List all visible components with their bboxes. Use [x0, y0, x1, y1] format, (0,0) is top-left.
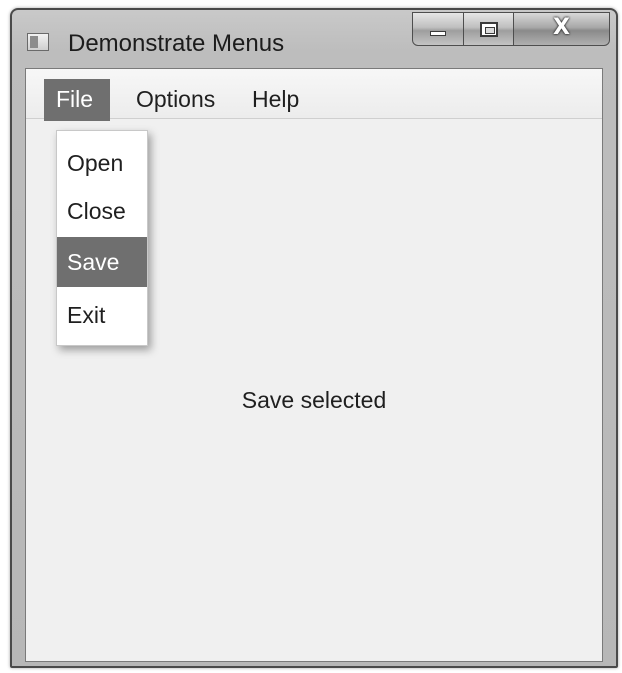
window-title: Demonstrate Menus	[68, 30, 285, 57]
minimize-button[interactable]	[412, 12, 464, 46]
menu-item-close[interactable]: Close	[57, 187, 147, 235]
maximize-icon	[480, 22, 498, 37]
menu-item-open[interactable]: Open	[57, 139, 147, 187]
menu-item-save[interactable]: Save	[57, 237, 147, 287]
close-icon: X	[553, 15, 570, 40]
close-button[interactable]: X	[514, 12, 610, 46]
menu-help[interactable]: Help	[240, 79, 311, 121]
app-window-icon[interactable]	[27, 33, 49, 51]
title-bar[interactable]: Demonstrate Menus X	[12, 10, 616, 68]
minimize-icon	[430, 31, 446, 36]
file-dropdown-menu: Open Close Save Exit	[56, 130, 148, 346]
menu-options[interactable]: Options	[124, 79, 227, 121]
application-window: Demonstrate Menus X File Options Help Sa…	[10, 8, 618, 668]
menu-file[interactable]: File	[44, 79, 110, 121]
client-area: File Options Help Save selected Open Clo…	[25, 68, 603, 662]
menu-item-exit[interactable]: Exit	[57, 291, 147, 339]
status-label: Save selected	[241, 387, 387, 413]
caption-buttons: X	[412, 12, 610, 46]
menu-bar: File Options Help	[26, 69, 602, 121]
maximize-button[interactable]	[464, 12, 514, 46]
